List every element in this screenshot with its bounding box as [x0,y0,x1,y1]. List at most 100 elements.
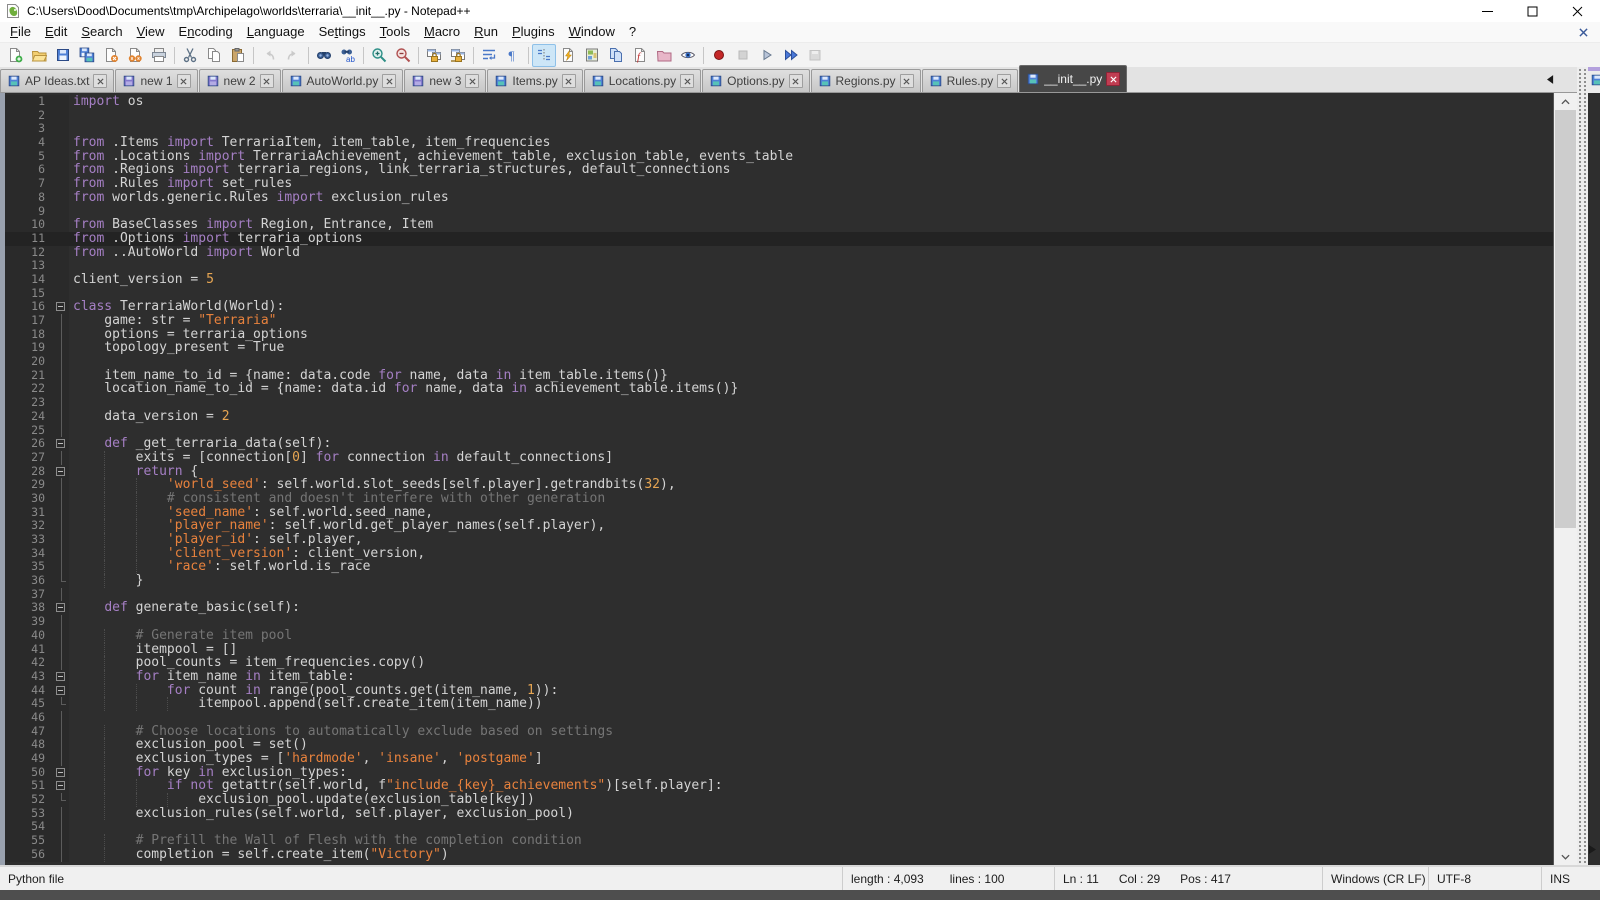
user-defined-language-icon[interactable] [556,44,580,67]
fold-collapse-icon[interactable] [56,439,65,448]
menu-tools[interactable]: Tools [373,23,417,41]
menubar-close-icon[interactable] [1576,25,1590,39]
code-line[interactable] [69,588,1553,602]
code-line[interactable] [69,287,1553,301]
fold-margin[interactable] [54,684,69,698]
code-line[interactable]: 'world_seed': self.world.slot_seeds[self… [69,478,1553,492]
menu-encoding[interactable]: Encoding [172,23,240,41]
code-line[interactable]: game: str = "Terraria" [69,314,1553,328]
fold-collapse-icon[interactable] [56,672,65,681]
code-line[interactable]: pool_counts = item_frequencies.copy() [69,656,1553,670]
macro-record-icon[interactable] [707,44,731,67]
tab-autoworld.py[interactable]: AutoWorld.py [282,69,404,92]
tab-close-icon[interactable] [680,74,694,88]
replace-icon[interactable]: ab [336,44,360,67]
tab-new-3[interactable]: new 3 [404,69,486,92]
code-line[interactable]: options = terraria_options [69,328,1553,342]
find-icon[interactable] [312,44,336,67]
code-line[interactable] [69,711,1553,725]
fold-collapse-icon[interactable] [56,467,65,476]
folder-as-workspace-icon[interactable] [652,44,676,67]
code-line[interactable] [69,109,1553,123]
code-line[interactable]: exclusion_types = ['hardmode', 'insane',… [69,752,1553,766]
close-all-icon[interactable] [123,44,147,67]
code-line[interactable]: # consistent and doesn't interfere with … [69,492,1553,506]
code-line[interactable] [69,820,1553,834]
code-line[interactable]: 'seed_name': self.world.seed_name, [69,506,1553,520]
document-map-icon[interactable] [580,44,604,67]
menu-macro[interactable]: Macro [417,23,467,41]
document-list-icon[interactable] [604,44,628,67]
code-line[interactable]: location_name_to_id = {name: data.id for… [69,382,1553,396]
code-line[interactable]: exclusion_pool = set() [69,738,1553,752]
tab-close-icon[interactable] [900,74,914,88]
second-view-tab[interactable] [1588,67,1600,93]
code-line[interactable]: if not getattr(self.world, f"include_{ke… [69,779,1553,793]
menu-language[interactable]: Language [240,23,312,41]
tab-ap-ideas.txt[interactable]: AP Ideas.txt [0,69,114,92]
tab-close-icon[interactable] [260,74,274,88]
code-line[interactable]: class TerrariaWorld(World): [69,300,1553,314]
fold-collapse-icon[interactable] [56,302,65,311]
zoom-out-icon[interactable] [391,44,415,67]
view-splitter[interactable] [1577,67,1588,865]
undo-icon[interactable] [257,44,281,67]
minimize-icon[interactable] [1465,0,1510,22]
save-icon[interactable] [51,44,75,67]
print-icon[interactable] [147,44,171,67]
code-line[interactable] [69,615,1553,629]
code-line[interactable]: from .Regions import terraria_regions, l… [69,163,1553,177]
scroll-up-icon[interactable] [1554,93,1577,110]
monitoring-icon[interactable] [676,44,700,67]
code-line[interactable]: exits = [connection[0] for connection in… [69,451,1553,465]
show-indent-guide-icon[interactable] [532,44,556,67]
macro-stop-icon[interactable] [731,44,755,67]
close-icon[interactable] [1555,0,1600,22]
code-line[interactable]: import os [69,95,1553,109]
menu-edit[interactable]: Edit [38,23,74,41]
code-line[interactable]: def generate_basic(self): [69,601,1553,615]
tab-items.py[interactable]: Items.py [487,69,582,92]
status-insert-mode[interactable]: INS [1542,867,1600,890]
code-line[interactable]: 'race': self.world.is_race [69,560,1553,574]
code-line[interactable]: } [69,574,1553,588]
second-view-scroll-right-icon[interactable] [1589,841,1596,859]
menu-search[interactable]: Search [74,23,129,41]
fold-collapse-icon[interactable] [56,686,65,695]
code-line[interactable]: for key in exclusion_types: [69,766,1553,780]
cut-icon[interactable] [178,44,202,67]
code-line[interactable]: 'player_name': self.world.get_player_nam… [69,519,1553,533]
code-line[interactable]: for count in range(pool_counts.get(item_… [69,684,1553,698]
code-line[interactable]: from worlds.generic.Rules import exclusi… [69,191,1553,205]
menu-window[interactable]: Window [562,23,622,41]
word-wrap-icon[interactable] [477,44,501,67]
fold-collapse-icon[interactable] [56,781,65,790]
tab-new-1[interactable]: new 1 [115,69,197,92]
code-line[interactable]: completion = self.create_item("Victory") [69,848,1553,862]
code-line[interactable]: # Prefill the Wall of Flesh with the com… [69,834,1553,848]
zoom-in-icon[interactable] [367,44,391,67]
menu-view[interactable]: View [130,23,172,41]
close-file-icon[interactable] [99,44,123,67]
code-line[interactable]: # Choose locations to automatically excl… [69,725,1553,739]
tab-regions.py[interactable]: Regions.py [811,69,921,92]
tab-scroll-left-icon[interactable] [1544,72,1556,86]
code-line[interactable]: from .Items import TerrariaItem, item_ta… [69,136,1553,150]
macro-save-icon[interactable] [803,44,827,67]
code-line[interactable]: client_version = 5 [69,273,1553,287]
copy-icon[interactable] [202,44,226,67]
code-line[interactable]: from .Rules import set_rules [69,177,1553,191]
tab-close-icon[interactable] [1106,72,1120,86]
code-line[interactable]: exclusion_rules(self.world, self.player,… [69,807,1553,821]
code-line[interactable] [69,122,1553,136]
code-line[interactable]: item_name_to_id = {name: data.code for n… [69,369,1553,383]
fold-margin[interactable] [54,300,69,314]
code-line[interactable]: itempool = [] [69,643,1553,657]
open-file-icon[interactable] [27,44,51,67]
fold-collapse-icon[interactable] [56,768,65,777]
vertical-scrollbar[interactable] [1553,93,1577,865]
code-line[interactable]: 'player_id': self.player, [69,533,1553,547]
code-line[interactable]: 'client_version': client_version, [69,547,1553,561]
code-line[interactable]: from .Options import terraria_options [69,232,1553,246]
code-line[interactable]: def _get_terraria_data(self): [69,437,1553,451]
